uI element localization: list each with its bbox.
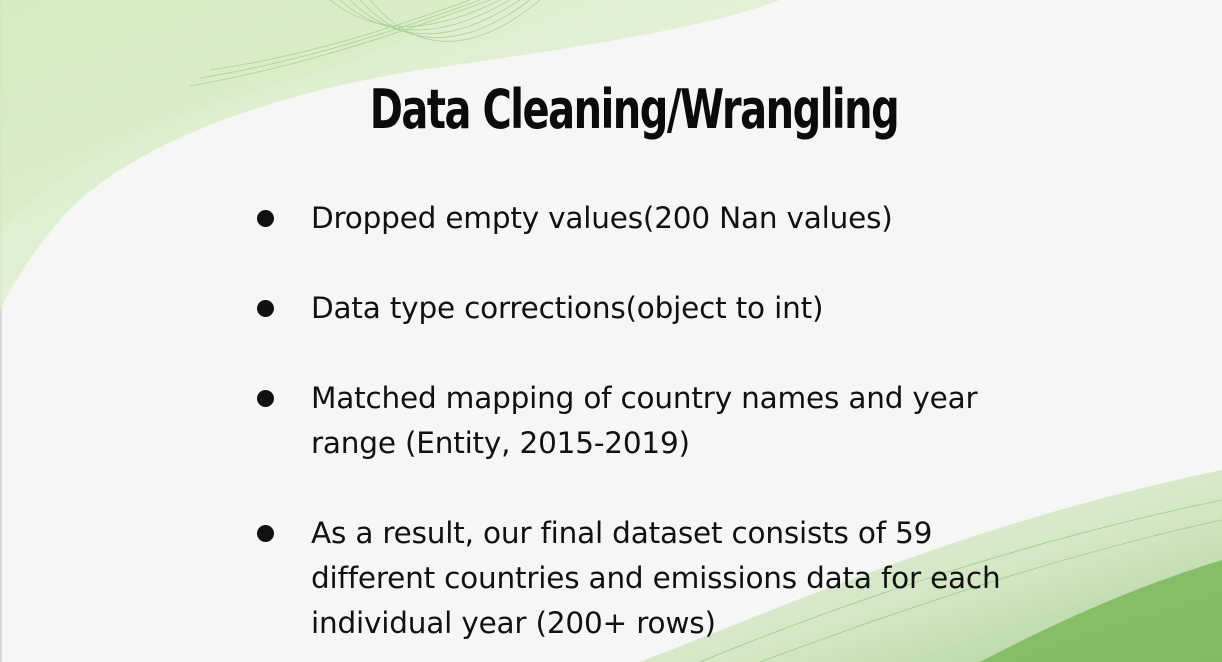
bullet-item: Dropped empty values(200 Nan values) xyxy=(256,196,1016,241)
bullet-item: Data type corrections(object to int) xyxy=(256,286,1016,331)
bullet-dot-icon xyxy=(257,210,274,227)
slide: Data Cleaning/Wrangling Dropped empty va… xyxy=(0,0,1222,662)
slide-title: Data Cleaning/Wrangling xyxy=(369,78,900,141)
bullet-text: Dropped empty values(200 Nan values) xyxy=(311,201,893,235)
bullet-text: Data type corrections(object to int) xyxy=(311,291,824,325)
bullet-dot-icon xyxy=(257,525,274,542)
bullet-text: As a result, our final dataset consists … xyxy=(311,516,1001,640)
bullet-dot-icon xyxy=(257,300,274,317)
bullet-text: Matched mapping of country names and yea… xyxy=(311,381,978,460)
bullet-list: Dropped empty values(200 Nan values) Dat… xyxy=(256,196,1016,662)
bullet-item: As a result, our final dataset consists … xyxy=(256,511,1016,646)
bullet-dot-icon xyxy=(257,390,274,407)
bullet-item: Matched mapping of country names and yea… xyxy=(256,376,1016,466)
